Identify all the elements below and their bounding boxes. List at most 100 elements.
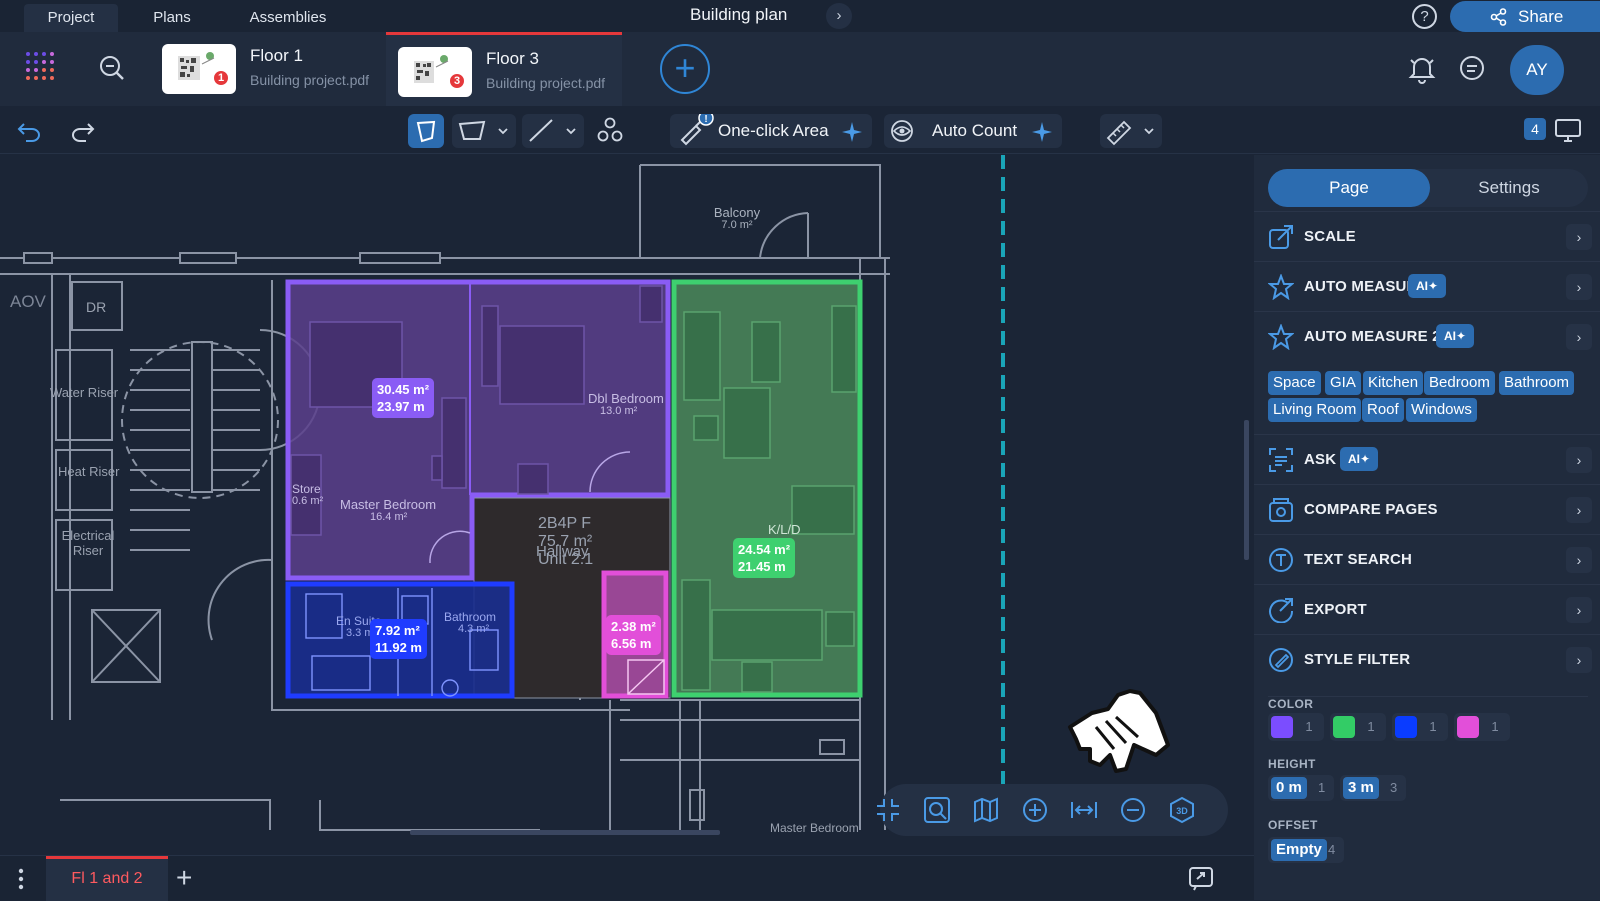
color-filter-pink[interactable]: 1: [1454, 713, 1510, 741]
tab-page[interactable]: Page: [1268, 169, 1430, 207]
one-click-area-label: One-click Area: [718, 121, 829, 140]
zoom-in-icon[interactable]: [1021, 796, 1049, 824]
chip-kitchen[interactable]: Kitchen: [1363, 371, 1424, 395]
search-zoom-icon[interactable]: [98, 54, 126, 87]
app-menu-icon[interactable]: [24, 50, 60, 91]
chip-gia[interactable]: GIA: [1325, 371, 1361, 395]
share-label: Share: [1518, 7, 1564, 26]
measurement-tag-green[interactable]: 24.54 m² 21.45 m: [733, 538, 796, 578]
chip-space[interactable]: Space: [1268, 371, 1321, 395]
page-count-badge[interactable]: 4: [1524, 118, 1546, 140]
add-sheet-icon[interactable]: +: [176, 864, 192, 892]
document-title[interactable]: Building plan: [690, 5, 787, 25]
height-filter-3m[interactable]: 3 m 3: [1340, 775, 1406, 801]
color-filter-green[interactable]: 1: [1330, 713, 1386, 741]
zoom-out-icon[interactable]: [1119, 796, 1147, 824]
measurement-tag-blue[interactable]: 7.92 m² 11.92 m: [370, 619, 427, 659]
shape-tool[interactable]: [452, 114, 516, 148]
row-compare-pages[interactable]: COMPARE PAGES ›: [1254, 484, 1600, 534]
color-count: 1: [1367, 719, 1375, 734]
tab-project[interactable]: Project: [24, 4, 118, 32]
measurement-tag-pink[interactable]: 2.38 m² 6.56 m: [606, 615, 661, 655]
chip-bathroom[interactable]: Bathroom: [1499, 371, 1575, 395]
line-tool[interactable]: [522, 114, 584, 148]
plan-canvas[interactable]: Balcony 7.0 m² Dbl Bedroom 13.0 m² Master …: [0, 155, 1254, 855]
chip-bedroom[interactable]: Bedroom: [1424, 371, 1495, 395]
redo-icon[interactable]: [70, 120, 96, 147]
row-export[interactable]: EXPORT ›: [1254, 584, 1600, 634]
color-count: 1: [1305, 719, 1313, 734]
chevron-right-icon[interactable]: ›: [1566, 597, 1592, 623]
height-count: 3: [1390, 780, 1398, 795]
row-text-search[interactable]: TEXT SEARCH ›: [1254, 534, 1600, 584]
room-label-store: Store 0.6 m²: [292, 482, 324, 507]
one-click-area-button[interactable]: ! One-click Area: [670, 114, 872, 148]
compare-icon: [1269, 498, 1293, 522]
row-style-filter[interactable]: STYLE FILTER ›: [1254, 634, 1600, 684]
chevron-right-icon[interactable]: ›: [1566, 447, 1592, 473]
chevron-right-icon[interactable]: ›: [1566, 224, 1592, 250]
display-icon[interactable]: [1554, 118, 1582, 149]
color-count: 1: [1491, 719, 1499, 734]
svg-text:3D: 3D: [1176, 806, 1188, 816]
offset-value: Empty: [1271, 839, 1327, 861]
chevron-right-icon[interactable]: ›: [1566, 324, 1592, 350]
zoom-fit-icon[interactable]: [923, 796, 951, 824]
sheet-tab[interactable]: Fl 1 and 2: [46, 856, 168, 901]
chat-expand-icon[interactable]: [1188, 866, 1214, 897]
row-auto-measure-2[interactable]: AUTO MEASURE 2.0 AI✦ ›: [1254, 311, 1600, 361]
ruler-tool[interactable]: [1100, 114, 1162, 148]
room-label-kld: K/L/D: [768, 522, 801, 537]
auto-measure-icon: [1268, 324, 1294, 350]
comments-icon[interactable]: [1458, 54, 1486, 89]
offset-filter-empty[interactable]: Empty 4: [1268, 837, 1344, 863]
area-polygon-tool[interactable]: [408, 114, 444, 148]
count-tool[interactable]: [592, 114, 628, 148]
fit-width-icon[interactable]: [1070, 796, 1098, 824]
color-filter-blue[interactable]: 1: [1392, 713, 1448, 741]
row-scale[interactable]: SCALE ›: [1254, 211, 1600, 261]
tab-assemblies[interactable]: Assemblies: [238, 4, 338, 32]
chip-roof[interactable]: Roof: [1362, 398, 1404, 422]
file-tab-floor-3[interactable]: 3 Floor 3 Building project.pdf: [386, 32, 622, 106]
top-bar: Project Plans Assemblies Building plan ›…: [0, 0, 1600, 32]
3d-view-icon[interactable]: 3D: [1168, 796, 1196, 824]
tab-plans[interactable]: Plans: [140, 4, 204, 32]
color-filter-purple[interactable]: 1: [1268, 713, 1324, 741]
file-tab-floor-1[interactable]: 1 Floor 1 Building project.pdf: [150, 32, 386, 106]
tab-settings[interactable]: Settings: [1430, 169, 1588, 207]
chip-living-room[interactable]: Living Room: [1268, 398, 1362, 422]
collapse-icon[interactable]: [874, 796, 902, 824]
sparkle-icon: [1032, 122, 1052, 142]
more-vertical-icon[interactable]: [18, 868, 24, 895]
chevron-right-icon[interactable]: ›: [1566, 547, 1592, 573]
row-label: COMPARE PAGES: [1304, 501, 1438, 518]
file-source: Building project.pdf: [486, 75, 606, 91]
notification-bell-icon[interactable]: [1408, 54, 1436, 89]
chevron-right-icon[interactable]: ›: [1566, 497, 1592, 523]
avatar[interactable]: AY: [1510, 45, 1564, 95]
add-file-button[interactable]: +: [660, 44, 710, 94]
chevron-right-icon[interactable]: ›: [826, 3, 852, 29]
file-bar: 1 Floor 1 Building project.pdf 3 Floor 3…: [0, 32, 1600, 106]
text-search-icon: [1269, 548, 1293, 572]
brush-icon: !: [680, 114, 714, 146]
height-filter-0m[interactable]: 0 m 1: [1268, 775, 1334, 801]
share-button[interactable]: Share: [1450, 1, 1600, 32]
hand-cursor-icon: [1060, 683, 1172, 780]
chevron-right-icon[interactable]: ›: [1566, 647, 1592, 673]
room-label-bathroom: Bathroom 4.3 m²: [444, 610, 497, 635]
auto-count-button[interactable]: Auto Count: [884, 114, 1062, 148]
electrical-riser-label: Electrical Riser: [61, 528, 115, 558]
row-ask-ai[interactable]: ASK AI AI✦ ›: [1254, 434, 1600, 484]
chip-windows[interactable]: Windows: [1406, 398, 1477, 422]
map-icon[interactable]: [972, 796, 1000, 824]
help-icon[interactable]: ?: [1412, 4, 1437, 29]
ai-badge: AI✦: [1408, 274, 1446, 298]
undo-icon[interactable]: [16, 120, 42, 147]
eye-scan-icon: [891, 120, 913, 142]
row-label: AUTO MEASURE 2.0: [1304, 328, 1454, 345]
measurement-tag-purple[interactable]: 30.45 m² 23.97 m: [372, 378, 435, 418]
chevron-right-icon[interactable]: ›: [1566, 274, 1592, 300]
row-auto-measure[interactable]: AUTO MEASURE AI✦ ›: [1254, 261, 1600, 311]
